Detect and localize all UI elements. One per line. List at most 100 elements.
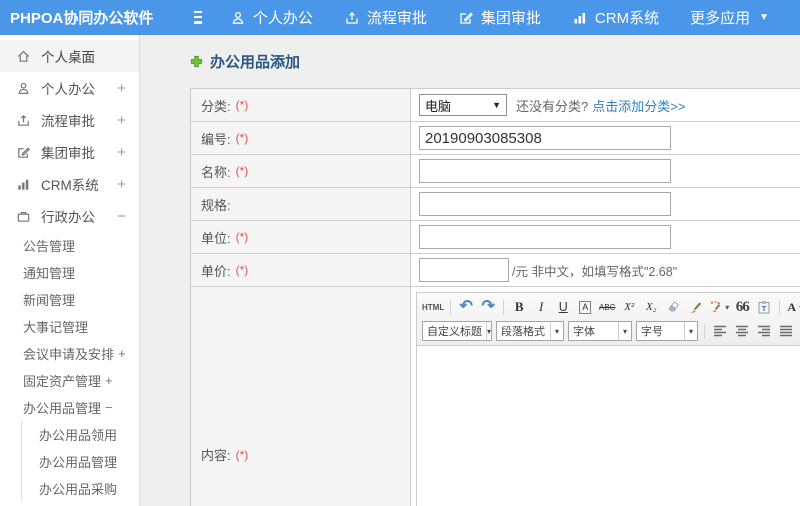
collapse-toggle[interactable]: − [105, 400, 113, 415]
nav-item-crm[interactable]: CRM系统 [572, 7, 659, 28]
sidebar-item-administration[interactable]: 行政办公 − [0, 200, 139, 232]
sidebar-item-news-mgmt[interactable]: 新闻管理 [0, 286, 139, 313]
workflow-icon [18, 114, 29, 126]
sub-item-label: 固定资产管理 [23, 374, 102, 389]
expand-toggle[interactable]: + [117, 112, 126, 129]
align-left-button[interactable] [710, 321, 730, 341]
caret-down-icon: ▼ [759, 12, 769, 23]
sidebar-item-events-mgmt[interactable]: 大事记管理 [0, 313, 139, 340]
sidebar-item-supplies-manage[interactable]: 办公用品管理 [22, 448, 139, 475]
workflow-icon [346, 11, 358, 24]
page-title-text: 办公用品添加 [210, 54, 301, 71]
hamburger-menu-icon[interactable] [194, 11, 202, 24]
sidebar-item-announcement-mgmt[interactable]: 公告管理 [0, 232, 139, 259]
nav-item-workflow-approval[interactable]: 流程审批 [344, 7, 427, 28]
toolbar-separator [503, 299, 505, 315]
source-code-button[interactable]: HTML [421, 297, 445, 317]
sidebar-item-personal-office[interactable]: 个人办公 + [0, 72, 139, 104]
nav-item-more-apps[interactable]: 更多应用 ▼ [690, 7, 769, 28]
remove-format-glyph: A [579, 300, 592, 314]
align-justify-button[interactable] [776, 321, 796, 341]
sidebar-item-crm[interactable]: CRM系统 + [0, 168, 139, 200]
brand-logo[interactable]: PHPOA协同办公软件 [0, 7, 153, 28]
subscript-button[interactable]: X₂ [641, 297, 661, 317]
toolbar-separator [450, 299, 452, 315]
sidebar-item-notice-mgmt[interactable]: 通知管理 [0, 259, 139, 286]
sub-item-label: 公告管理 [23, 239, 76, 254]
sidebar-item-supplies-purchase[interactable]: 办公用品采购 [22, 475, 139, 502]
align-right-button[interactable] [754, 321, 774, 341]
sub-item-label: 通知管理 [23, 266, 76, 281]
bold-button[interactable]: B [509, 297, 529, 317]
underline-button[interactable]: U [553, 297, 573, 317]
eraser-button[interactable] [663, 297, 683, 317]
nav-label: 更多应用 [690, 10, 751, 27]
nav-item-group-approval[interactable]: 集团审批 [458, 7, 541, 28]
required-mark: (*) [235, 230, 249, 244]
remove-format-button[interactable]: A [575, 297, 595, 317]
paste-text-button[interactable]: T [754, 297, 774, 317]
custom-heading-select[interactable]: 自定义标题 ▾ [422, 321, 492, 341]
field-label: 内容: (*) [191, 287, 411, 506]
sub-item-label: 大事记管理 [23, 320, 89, 335]
toolbar-separator [704, 323, 705, 339]
no-category-hint: 还没有分类? [516, 98, 589, 114]
sub-item-label: 办公用品管理 [23, 401, 102, 416]
font-family-select[interactable]: 字体 ▾ [568, 321, 632, 341]
sidebar-item-group-approval[interactable]: 集团审批 + [0, 136, 139, 168]
caret-down-icon: ▾ [550, 322, 563, 340]
sidebar-item-workflow-approval[interactable]: 流程审批 + [0, 104, 139, 136]
undo-button[interactable]: ↶ [456, 297, 476, 317]
sidebar-item-fixed-assets-mgmt[interactable]: 固定资产管理 + [0, 367, 139, 394]
expand-toggle[interactable]: + [117, 80, 126, 97]
unit-input[interactable] [419, 225, 671, 249]
name-input[interactable] [419, 159, 671, 183]
sidebar-item-personal-desktop[interactable]: 个人桌面 [0, 40, 139, 72]
office-supply-add-form: 分类: (*) 电脑 ▼ 还没有分类? 点击添加分类>> 编号: (*) 201… [190, 88, 800, 506]
nav-item-personal-office[interactable]: 个人办公 [230, 7, 313, 28]
field-label: 单价: (*) [191, 254, 411, 286]
font-size-select[interactable]: 字号 ▾ [636, 321, 698, 341]
align-center-button[interactable] [732, 321, 752, 341]
topbar: PHPOA协同办公软件 个人办公 流程审批 集团审批 CRM系统 更多应用 ▼ [0, 0, 800, 35]
collapse-toggle[interactable]: − [117, 208, 126, 225]
sidebar-item-supplies-claim[interactable]: 办公用品领用 [22, 421, 139, 448]
select-label: 字号 [641, 326, 663, 338]
expand-toggle[interactable]: + [117, 144, 126, 161]
sidebar-item-meeting-mgmt[interactable]: 会议申请及安排 + [0, 340, 139, 367]
price-input[interactable] [419, 258, 509, 282]
italic-button[interactable]: I [531, 297, 551, 317]
format-painter-button[interactable] [685, 297, 705, 317]
category-select[interactable]: 电脑 ▼ [419, 94, 507, 116]
field-label: 规格: [191, 188, 411, 220]
editor-content-area[interactable] [417, 346, 800, 506]
align-justify-icon [780, 325, 792, 337]
expand-toggle[interactable]: + [105, 373, 113, 388]
caret-down-icon: ▾ [618, 322, 631, 340]
paragraph-format-select[interactable]: 段落格式 ▾ [496, 321, 564, 341]
field-label: 分类: (*) [191, 89, 411, 121]
sidebar-item-label: 个人办公 [41, 82, 95, 97]
spec-input[interactable] [419, 192, 671, 216]
expand-toggle[interactable]: + [117, 176, 126, 193]
editor-toolbar-row2: 自定义标题 ▾ 段落格式 ▾ 字体 ▾ 字号 ▾ [420, 319, 800, 343]
caret-down-icon: ▼ [492, 100, 501, 110]
add-category-link[interactable]: 点击添加分类>> [592, 96, 685, 115]
font-color-button[interactable]: A ▾ [785, 297, 800, 317]
chart-icon [18, 179, 29, 190]
blockquote-button[interactable]: 66 [732, 297, 752, 317]
form-row-content: 内容: (*) HTML ↶ ↷ B I U A ABC X² X₂ ▾ 66 … [191, 287, 800, 506]
sidebar-item-label: 集团审批 [41, 146, 95, 161]
form-row-price: 单价: (*) /元 非中文，如填写格式"2.68" [191, 254, 800, 287]
expand-toggle[interactable]: + [118, 346, 126, 361]
superscript-button[interactable]: X² [619, 297, 639, 317]
nav-label: 流程审批 [366, 10, 427, 27]
label-text: 单位: [201, 230, 231, 246]
redo-button[interactable]: ↷ [478, 297, 498, 317]
code-input[interactable] [419, 126, 671, 150]
person-icon [232, 11, 244, 24]
sidebar-item-office-supplies-mgmt[interactable]: 办公用品管理 − [0, 394, 139, 421]
strikethrough-button[interactable]: ABC [597, 297, 617, 317]
paint-format-button[interactable]: ▾ [707, 297, 730, 317]
caret-down-icon: ▾ [486, 322, 491, 340]
